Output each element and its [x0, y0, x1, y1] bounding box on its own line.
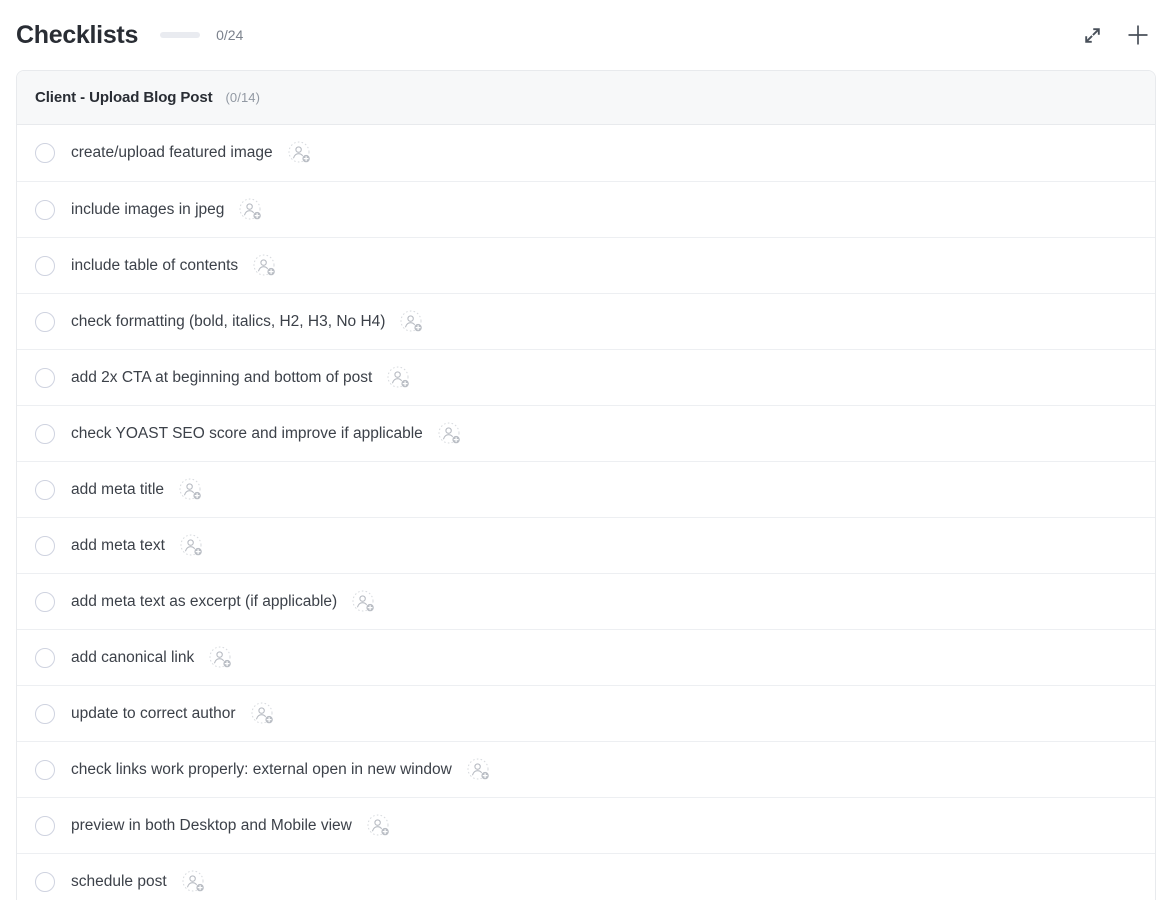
checklist-name[interactable]: Client - Upload Blog Post — [35, 89, 213, 106]
item-label[interactable]: update to correct author — [71, 705, 236, 723]
item-label[interactable]: include images in jpeg — [71, 201, 224, 219]
item-checkbox[interactable] — [35, 479, 55, 500]
item-label[interactable]: check formatting (bold, italics, H2, H3,… — [71, 313, 385, 331]
page-header: Checklists 0/24 — [0, 0, 1172, 70]
item-checkbox[interactable] — [35, 423, 55, 444]
assign-user-icon[interactable] — [181, 869, 207, 895]
item-label[interactable]: add meta title — [71, 481, 164, 499]
item-label[interactable]: add canonical link — [71, 649, 194, 667]
checklists-progress-count: 0/24 — [216, 27, 244, 43]
item-label[interactable]: check links work properly: external open… — [71, 761, 452, 779]
item-label[interactable]: schedule post — [71, 873, 167, 891]
item-checkbox[interactable] — [35, 871, 55, 892]
item-checkbox[interactable] — [35, 199, 55, 220]
page-title: Checklists — [16, 20, 139, 49]
item-label[interactable]: include table of contents — [71, 257, 238, 275]
assign-user-icon[interactable] — [238, 197, 264, 223]
item-checkbox[interactable] — [35, 367, 55, 388]
checklist-item[interactable]: check YOAST SEO score and improve if app… — [17, 405, 1155, 461]
checklist-card: Client - Upload Blog Post (0/14) create/… — [16, 70, 1156, 900]
checklist-item[interactable]: add meta text — [17, 517, 1155, 573]
checklist-item[interactable]: preview in both Desktop and Mobile view — [17, 797, 1155, 853]
item-checkbox[interactable] — [35, 143, 55, 163]
checklist-item[interactable]: add meta text as excerpt (if applicable) — [17, 573, 1155, 629]
checklist-header[interactable]: Client - Upload Blog Post (0/14) — [17, 71, 1155, 125]
checklist-item[interactable]: add canonical link — [17, 629, 1155, 685]
assign-user-icon[interactable] — [179, 533, 205, 559]
plus-icon[interactable] — [1122, 19, 1154, 51]
item-checkbox[interactable] — [35, 535, 55, 556]
assign-user-icon[interactable] — [386, 365, 412, 391]
checklist-item[interactable]: include images in jpeg — [17, 181, 1155, 237]
checklist-item[interactable]: schedule post — [17, 853, 1155, 900]
checklists-page: Checklists 0/24 Client - Upload Blog Pos… — [0, 0, 1172, 900]
item-checkbox[interactable] — [35, 759, 55, 780]
assign-user-icon[interactable] — [208, 645, 234, 671]
item-checkbox[interactable] — [35, 815, 55, 836]
assign-user-icon[interactable] — [252, 253, 278, 279]
item-checkbox[interactable] — [35, 647, 55, 668]
item-label[interactable]: add meta text — [71, 537, 165, 555]
checklist-item[interactable]: add 2x CTA at beginning and bottom of po… — [17, 349, 1155, 405]
checklist-item[interactable]: include table of contents — [17, 237, 1155, 293]
item-label[interactable]: add 2x CTA at beginning and bottom of po… — [71, 369, 372, 387]
checklist-item[interactable]: check formatting (bold, italics, H2, H3,… — [17, 293, 1155, 349]
item-label[interactable]: create/upload featured image — [71, 144, 273, 162]
item-label[interactable]: check YOAST SEO score and improve if app… — [71, 425, 423, 443]
checklist-count: (0/14) — [225, 90, 261, 105]
item-label[interactable]: add meta text as excerpt (if applicable) — [71, 593, 337, 611]
item-checkbox[interactable] — [35, 591, 55, 612]
checklist-item[interactable]: check links work properly: external open… — [17, 741, 1155, 797]
assign-user-icon[interactable] — [437, 421, 463, 447]
checklists-progress-bar — [160, 32, 201, 38]
item-checkbox[interactable] — [35, 255, 55, 276]
item-checkbox[interactable] — [35, 311, 55, 332]
checklist-items-list: create/upload featured image include ima… — [17, 125, 1155, 900]
expand-diagonal-icon[interactable] — [1076, 19, 1108, 51]
assign-user-icon[interactable] — [366, 813, 392, 839]
item-label[interactable]: preview in both Desktop and Mobile view — [71, 817, 352, 835]
assign-user-icon[interactable] — [287, 140, 313, 166]
checklist-item[interactable]: update to correct author — [17, 685, 1155, 741]
assign-user-icon[interactable] — [178, 477, 204, 503]
assign-user-icon[interactable] — [466, 757, 492, 783]
assign-user-icon[interactable] — [399, 309, 425, 335]
assign-user-icon[interactable] — [351, 589, 377, 615]
checklist-item[interactable]: create/upload featured image — [17, 125, 1155, 181]
checklist-item[interactable]: add meta title — [17, 461, 1155, 517]
assign-user-icon[interactable] — [250, 701, 276, 727]
item-checkbox[interactable] — [35, 703, 55, 724]
